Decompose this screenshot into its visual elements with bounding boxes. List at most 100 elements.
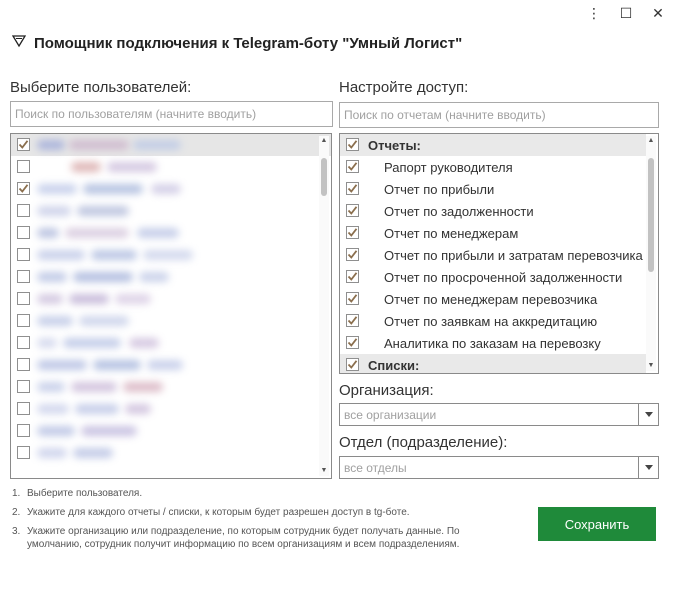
user-row[interactable] (11, 134, 331, 156)
scroll-down-icon[interactable]: ▼ (646, 361, 656, 371)
access-report-row[interactable]: Отчет по задолженности (340, 200, 646, 222)
instruction-3: 3. Укажите организацию или подразделение… (12, 525, 522, 565)
user-checkbox[interactable] (17, 138, 30, 151)
user-row[interactable] (11, 442, 331, 464)
user-name-redacted (151, 184, 181, 194)
dialog-title-row: Помощник подключения к Telegram-боту "Ум… (11, 34, 462, 53)
user-row[interactable] (11, 376, 331, 398)
user-name-redacted (77, 206, 129, 216)
user-name-redacted (73, 272, 133, 282)
scroll-up-icon[interactable]: ▲ (319, 136, 329, 146)
access-checkbox[interactable] (346, 248, 359, 261)
user-name-redacted (37, 184, 77, 194)
user-row[interactable] (11, 354, 331, 376)
user-name-redacted (123, 382, 163, 392)
access-report-row[interactable]: Рапорт руководителя (340, 156, 646, 178)
menu-icon[interactable]: ⋮ (581, 2, 607, 24)
save-button[interactable]: Сохранить (538, 507, 656, 541)
instruction-text: Укажите для каждого отчеты / списки, к к… (27, 507, 410, 518)
user-name-redacted (71, 382, 117, 392)
user-checkbox[interactable] (17, 182, 30, 195)
user-checkbox[interactable] (17, 314, 30, 327)
instruction-text: Выберите пользователя. (27, 488, 143, 499)
scroll-thumb[interactable] (648, 158, 654, 272)
scroll-down-icon[interactable]: ▼ (319, 466, 329, 476)
users-scrollbar[interactable]: ▲ ▼ (319, 136, 329, 476)
maximize-icon[interactable]: ☐ (613, 2, 639, 24)
access-report-row[interactable]: Отчет по прибыли (340, 178, 646, 200)
access-checkbox[interactable] (346, 204, 359, 217)
user-name-redacted (37, 338, 57, 348)
access-report-row[interactable]: Отчет по заявкам на аккредитацию (340, 310, 646, 332)
user-name-redacted (115, 294, 151, 304)
user-row[interactable] (11, 178, 331, 200)
user-name-redacted (133, 140, 181, 150)
user-row[interactable] (11, 398, 331, 420)
access-item-label: Отчет по заявкам на аккредитацию (384, 314, 598, 329)
access-checkbox[interactable] (346, 160, 359, 173)
access-item-label: Отчет по менеджерам (384, 226, 519, 241)
user-checkbox[interactable] (17, 380, 30, 393)
user-checkbox[interactable] (17, 336, 30, 349)
user-name-redacted (37, 294, 63, 304)
user-row[interactable] (11, 288, 331, 310)
user-name-redacted (37, 250, 85, 260)
scroll-thumb[interactable] (321, 158, 327, 196)
user-row[interactable] (11, 222, 331, 244)
access-report-row[interactable]: Отчет по прибыли и затратам перевозчика (340, 244, 646, 266)
user-checkbox[interactable] (17, 292, 30, 305)
access-report-row[interactable]: Отчет по менеджерам (340, 222, 646, 244)
user-row[interactable] (11, 420, 331, 442)
close-icon[interactable]: ✕ (645, 2, 671, 24)
department-select[interactable]: все отделы (339, 456, 659, 479)
chevron-down-icon[interactable] (638, 404, 658, 425)
users-search-input[interactable] (10, 101, 333, 127)
organization-select[interactable]: все организации (339, 403, 659, 426)
user-name-redacted (73, 448, 113, 458)
access-report-row[interactable]: Отчет по просроченной задолженности (340, 266, 646, 288)
access-checkbox[interactable] (346, 138, 359, 151)
user-row[interactable] (11, 244, 331, 266)
access-label: Настройте доступ: (339, 79, 469, 96)
access-group-row[interactable]: Списки: (340, 354, 646, 373)
access-report-row[interactable]: Аналитика по заказам на перевозку (340, 332, 646, 354)
department-value: все отделы (344, 461, 407, 475)
access-checkbox[interactable] (346, 358, 359, 371)
user-checkbox[interactable] (17, 358, 30, 371)
access-scrollbar[interactable]: ▲ ▼ (646, 136, 656, 371)
instruction-1: 1. Выберите пользователя. (12, 487, 522, 501)
user-checkbox[interactable] (17, 424, 30, 437)
chevron-down-icon[interactable] (638, 457, 658, 478)
access-group-row[interactable]: Отчеты: (340, 134, 646, 156)
access-item-label: Отчет по просроченной задолженности (384, 270, 623, 285)
user-name-redacted (71, 162, 101, 172)
access-report-row[interactable]: Отчет по менеджерам перевозчика (340, 288, 646, 310)
user-row[interactable] (11, 156, 331, 178)
user-name-redacted (37, 316, 73, 326)
access-item-label: Отчет по прибыли (384, 182, 495, 197)
access-checkbox[interactable] (346, 226, 359, 239)
access-checkbox[interactable] (346, 336, 359, 349)
access-checkbox[interactable] (346, 270, 359, 283)
user-name-redacted (125, 404, 151, 414)
user-row[interactable] (11, 332, 331, 354)
user-checkbox[interactable] (17, 226, 30, 239)
user-checkbox[interactable] (17, 446, 30, 459)
user-checkbox[interactable] (17, 270, 30, 283)
user-checkbox[interactable] (17, 402, 30, 415)
user-name-redacted (75, 404, 119, 414)
user-checkbox[interactable] (17, 248, 30, 261)
users-list[interactable]: ▲ ▼ (10, 133, 332, 479)
scroll-up-icon[interactable]: ▲ (646, 136, 656, 146)
access-checkbox[interactable] (346, 292, 359, 305)
user-row[interactable] (11, 310, 331, 332)
user-checkbox[interactable] (17, 204, 30, 217)
instruction-text: Укажите организацию или подразделение, п… (27, 526, 460, 550)
user-row[interactable] (11, 200, 331, 222)
reports-search-input[interactable] (339, 102, 659, 128)
access-checkbox[interactable] (346, 182, 359, 195)
user-row[interactable] (11, 266, 331, 288)
access-checkbox[interactable] (346, 314, 359, 327)
user-checkbox[interactable] (17, 160, 30, 173)
access-list[interactable]: Отчеты: Рапорт руководителя Отчет по прибы… (339, 133, 659, 374)
